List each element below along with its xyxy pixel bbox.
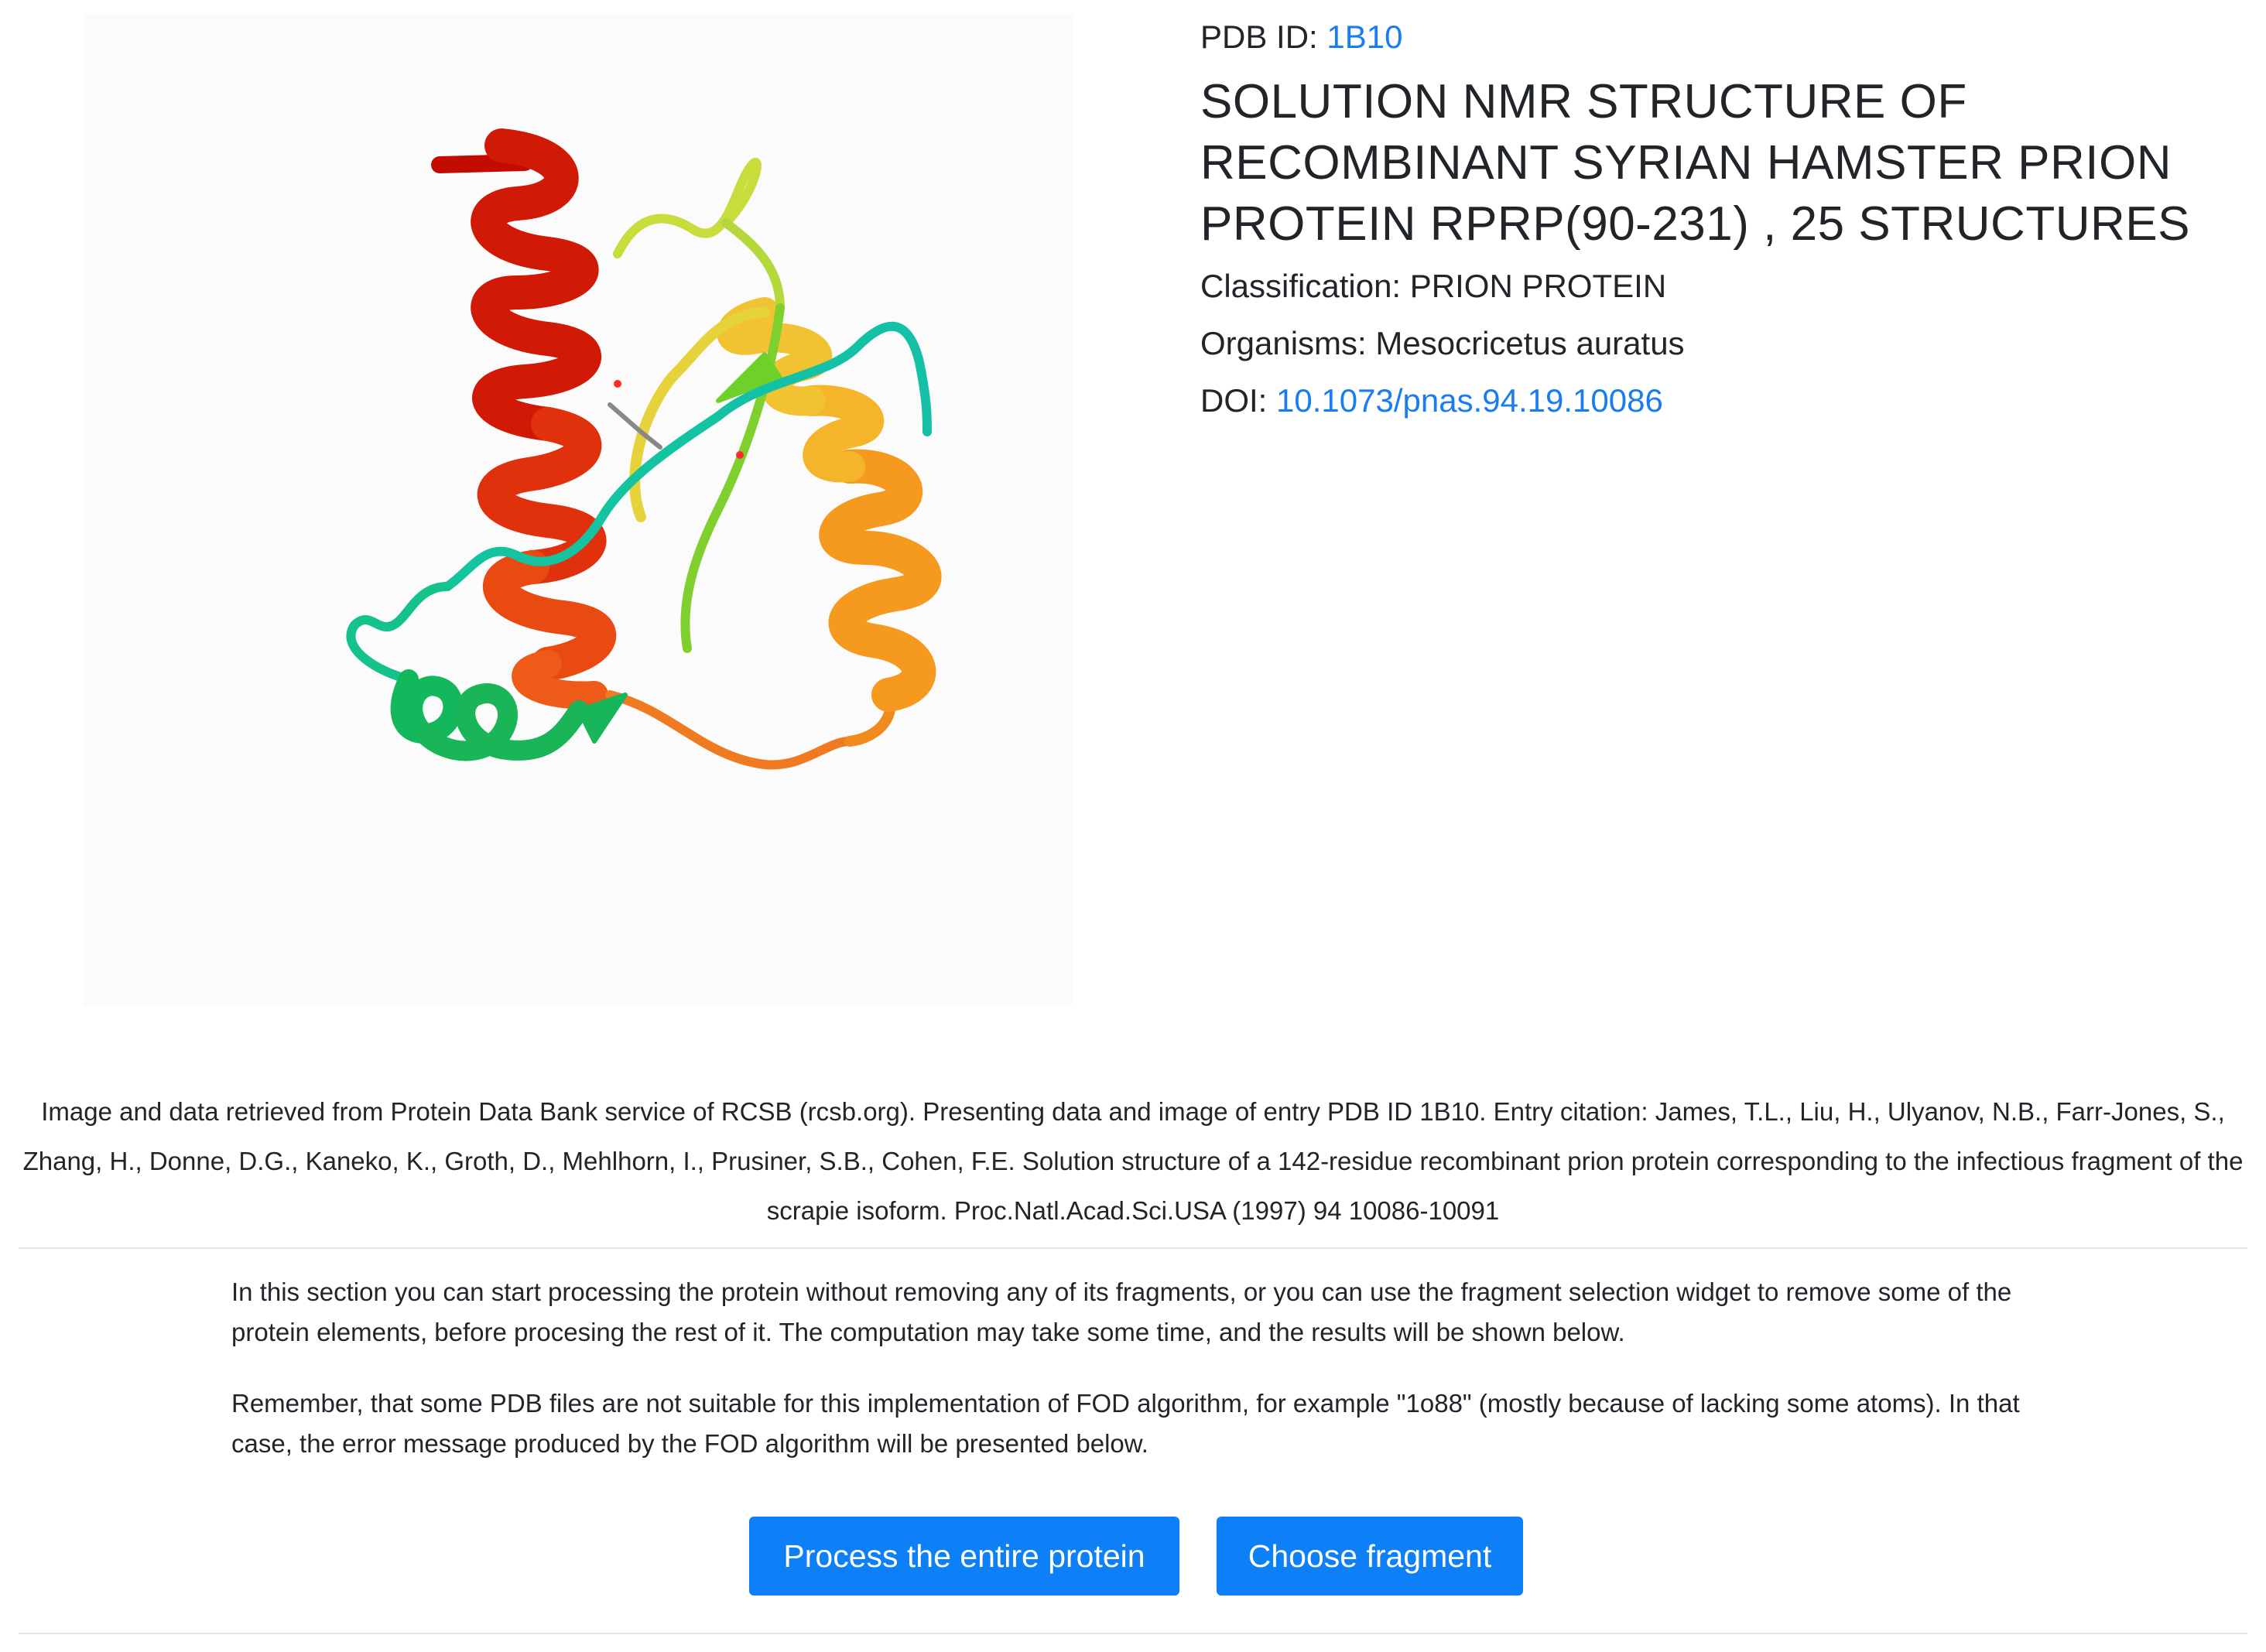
entry-title: SOLUTION NMR STRUCTURE OF RECOMBINANT SY… [1200,75,2190,251]
action-buttons: Process the entire protein Choose fragme… [0,1517,2266,1596]
processing-intro: In this section you can start processing… [231,1277,2012,1346]
process-entire-protein-button[interactable]: Process the entire protein [749,1517,1179,1596]
organisms-line: Organisms: Mesocricetus auratus [1200,315,2237,372]
organisms-label: Organisms: [1200,325,1367,361]
protein-structure-image [84,14,1073,1006]
choose-fragment-button[interactable]: Choose fragment [1217,1517,1523,1596]
protein-ribbon-icon [346,128,942,770]
doi-label: DOI: [1200,382,1268,419]
page: PDB ID: 1B10 SOLUTION NMR STRUCTURE OF R… [0,0,2266,1652]
citation-text: Image and data retrieved from Protein Da… [22,1097,2244,1225]
organisms-value: Mesocricetus auratus [1375,325,1685,361]
pdb-id-label: PDB ID: [1200,19,1318,55]
doi-link[interactable]: 10.1073/pnas.94.19.10086 [1276,382,1663,419]
processing-warning: Remember, that some PDB files are not su… [231,1389,2020,1458]
entry-info: PDB ID: 1B10 SOLUTION NMR STRUCTURE OF R… [1200,15,2237,429]
entry-meta: Classification: PRION PROTEIN Organisms:… [1200,258,2237,429]
bottom-divider [19,1633,2247,1634]
doi-line: DOI: 10.1073/pnas.94.19.10086 [1200,372,2237,429]
classification-label: Classification: [1200,268,1402,304]
classification-value: PRION PROTEIN [1409,268,1667,304]
pdb-id-link[interactable]: 1B10 [1326,19,1402,55]
pdb-id-line: PDB ID: 1B10 [1200,15,2237,59]
classification-line: Classification: PRION PROTEIN [1200,258,2237,315]
section-divider [19,1247,2247,1249]
